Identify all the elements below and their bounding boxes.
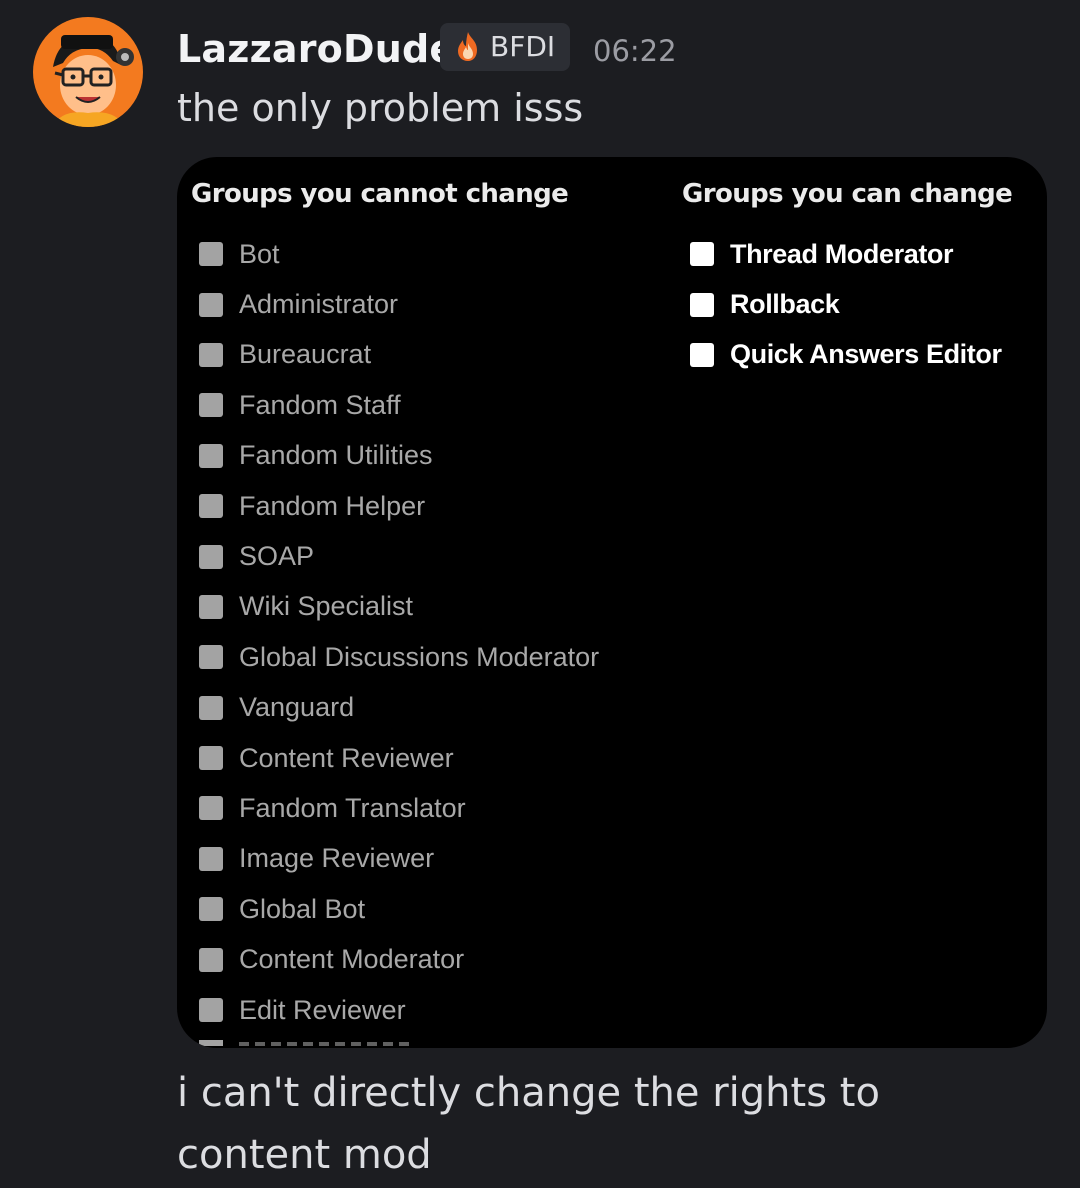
list-item: Bot (199, 229, 599, 279)
list-item: Thread Moderator (690, 229, 1002, 279)
group-label: Thread Moderator (730, 238, 954, 269)
list-item: Rollback (690, 279, 1002, 329)
can-change-list: Thread Moderator Rollback Quick Answers … (690, 229, 1002, 380)
group-label: Bureaucrat (239, 339, 372, 370)
list-item: SOAP (199, 531, 599, 581)
cutoff-label (239, 1042, 409, 1046)
group-label: Quick Answers Editor (730, 339, 1002, 370)
message-text: i can't directly change the rights to co… (177, 1070, 880, 1178)
checkbox (199, 594, 223, 619)
list-item: Fandom Translator (199, 783, 599, 833)
list-item: Global Bot (199, 884, 599, 934)
flame-icon (458, 32, 477, 61)
checkbox (199, 443, 223, 468)
checkbox (690, 242, 714, 267)
checkbox (199, 846, 223, 871)
cannot-change-heading: Groups you cannot change (191, 179, 569, 209)
list-item: Image Reviewer (199, 834, 599, 884)
list-item: Fandom Staff (199, 380, 599, 430)
checkbox (199, 695, 223, 720)
checkbox (199, 242, 223, 267)
group-label: Fandom Translator (239, 792, 466, 823)
checkbox (199, 494, 223, 519)
group-label: Image Reviewer (239, 843, 435, 874)
checkbox (199, 796, 223, 821)
message-text: the only problem isss (177, 86, 584, 130)
list-item: Quick Answers Editor (690, 330, 1002, 380)
group-label: Content Moderator (239, 944, 465, 975)
checkbox (199, 544, 223, 569)
checkbox (199, 746, 223, 771)
group-label: Fandom Utilities (239, 440, 433, 471)
list-item: Wiki Specialist (199, 582, 599, 632)
checkbox (199, 947, 223, 972)
list-item: Content Moderator (199, 934, 599, 984)
group-label: Fandom Helper (239, 490, 426, 521)
group-label: Global Discussions Moderator (239, 641, 600, 672)
checkbox (690, 292, 714, 317)
checkbox (199, 393, 223, 418)
checkbox (690, 342, 714, 367)
group-label: SOAP (239, 541, 315, 572)
role-tag-label: BFDI (490, 30, 556, 63)
group-label: Edit Reviewer (239, 994, 406, 1025)
group-label: Rollback (730, 289, 840, 320)
group-label: Administrator (239, 289, 399, 320)
checkbox (199, 897, 223, 922)
cannot-change-list: Bot Administrator Bureaucrat Fandom Staf… (199, 229, 599, 1035)
group-label: Bot (239, 238, 280, 269)
cutoff-list-item (199, 1040, 419, 1046)
group-label: Content Reviewer (239, 742, 454, 773)
list-item: Fandom Helper (199, 481, 599, 531)
list-item: Content Reviewer (199, 733, 599, 783)
group-label: Global Bot (239, 893, 366, 924)
group-label: Fandom Staff (239, 389, 401, 420)
list-item: Edit Reviewer (199, 985, 599, 1035)
can-change-heading: Groups you can change (682, 179, 1013, 209)
checkbox (199, 998, 223, 1023)
author-name[interactable]: LazzaroDude (177, 26, 455, 72)
checkbox (199, 1040, 223, 1046)
avatar[interactable] (33, 17, 143, 127)
checkbox (199, 645, 223, 670)
list-item: Administrator (199, 279, 599, 329)
checkbox (199, 292, 223, 317)
list-item: Bureaucrat (199, 330, 599, 380)
list-item: Vanguard (199, 683, 599, 733)
list-item: Fandom Utilities (199, 431, 599, 481)
list-item: Global Discussions Moderator (199, 632, 599, 682)
message-timestamp[interactable]: 06:22 (593, 31, 677, 71)
role-tag[interactable]: BFDI (440, 23, 570, 71)
group-label: Wiki Specialist (239, 591, 414, 622)
image-attachment[interactable]: Groups you cannot change Groups you can … (177, 157, 1047, 1048)
checkbox (199, 342, 223, 367)
group-label: Vanguard (239, 692, 355, 723)
